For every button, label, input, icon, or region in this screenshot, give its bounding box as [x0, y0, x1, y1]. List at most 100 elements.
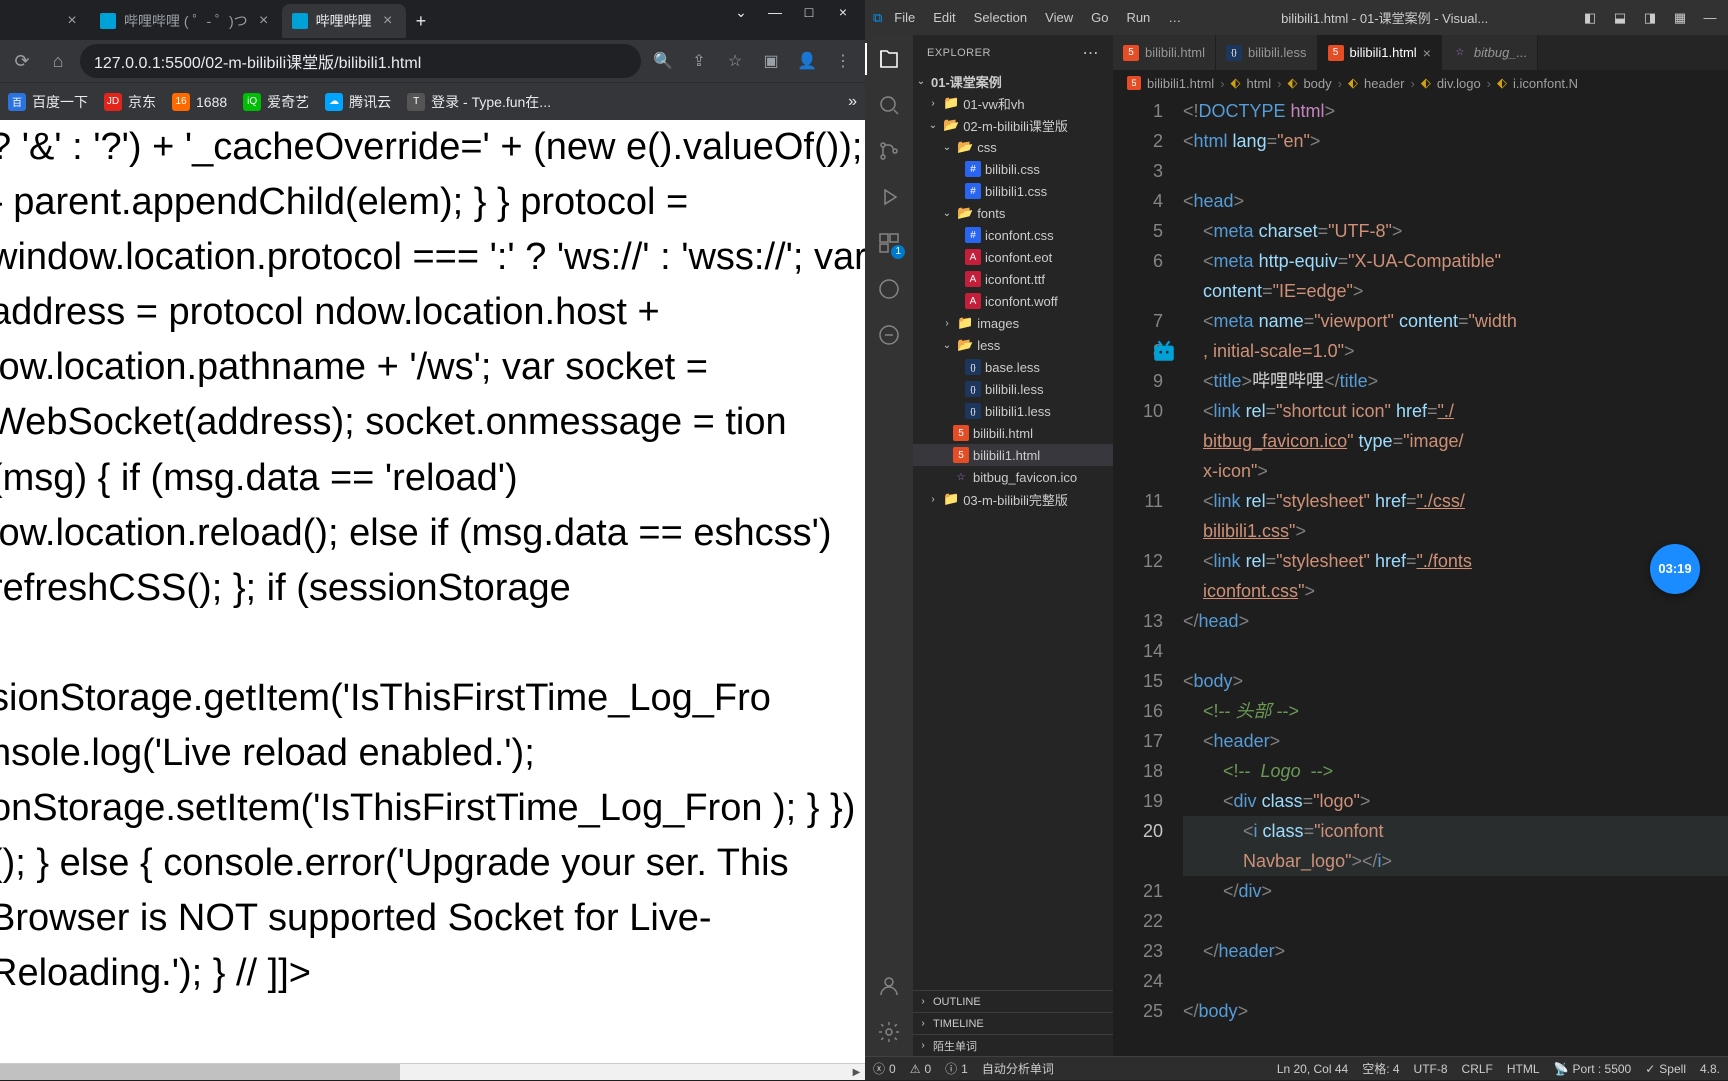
status-info[interactable]: ⓘ1 — [945, 1060, 968, 1077]
tree-file[interactable]: 5bilibili.html — [913, 422, 1113, 444]
bookmark-item[interactable]: iQ爱奇艺 — [243, 92, 309, 112]
source-control-icon[interactable] — [875, 137, 903, 165]
outline-section[interactable]: ›OUTLINE — [913, 990, 1113, 1012]
reader-icon[interactable]: ▣ — [757, 47, 785, 75]
new-tab-button[interactable]: + — [406, 11, 437, 32]
browser-tab-2[interactable]: 哔哩哔哩 × — [282, 4, 406, 38]
font-file-icon: A — [965, 249, 981, 265]
breadcrumb[interactable]: 5bilibili1.html› ⬖html› ⬖body› ⬖header› … — [1113, 70, 1728, 96]
scroll-right-icon[interactable]: ▶ — [848, 1064, 865, 1081]
window-title: bilibili1.html - 01-课堂案例 - Visual... — [1193, 8, 1576, 27]
tree-file[interactable]: Aiconfont.ttf — [913, 268, 1113, 290]
menu-run[interactable]: Run — [1118, 6, 1158, 29]
tree-file[interactable]: #bilibili.css — [913, 158, 1113, 180]
minimize-icon[interactable]: — — [1700, 8, 1720, 28]
timer-badge[interactable]: 03:19 — [1650, 544, 1700, 594]
tree-folder[interactable]: ⌄📂02-m-bilibili课堂版 — [913, 114, 1113, 136]
tree-file[interactable]: 5bilibili1.html — [913, 444, 1113, 466]
browser-tab-0[interactable]: × — [0, 4, 90, 38]
tree-file[interactable]: {}base.less — [913, 356, 1113, 378]
status-spell[interactable]: ✓Spell — [1645, 1062, 1686, 1076]
close-icon[interactable]: × — [64, 12, 80, 30]
editor-tabs: 5bilibili.html {}bilibili.less 5bilibili… — [1113, 35, 1728, 70]
extensions-icon[interactable]: 1 — [875, 229, 903, 257]
editor-tab[interactable]: ☆bitbug_... — [1442, 35, 1539, 70]
tree-root[interactable]: ⌄01-课堂案例 — [913, 70, 1113, 92]
tree-file[interactable]: #bilibili1.css — [913, 180, 1113, 202]
menu-icon[interactable]: ⋮ — [829, 47, 857, 75]
tree-folder[interactable]: ›📁03-m-bilibili完整版 — [913, 488, 1113, 510]
explorer-icon[interactable] — [875, 45, 903, 73]
close-icon[interactable]: × — [380, 12, 396, 30]
layout-grid-icon[interactable]: ▦ — [1670, 8, 1690, 28]
bookmark-item[interactable]: 161688 — [172, 93, 227, 111]
tree-folder[interactable]: ›📁01-vw和vh — [913, 92, 1113, 114]
status-warnings[interactable]: ⚠0 — [910, 1062, 931, 1076]
search-icon[interactable] — [875, 91, 903, 119]
bookmarks-overflow-icon[interactable]: » — [848, 93, 857, 111]
reload-icon[interactable]: ⟳ — [8, 47, 36, 75]
zoom-icon[interactable]: 🔍 — [649, 47, 677, 75]
profile-icon[interactable]: 👤 — [793, 47, 821, 75]
remote-icon[interactable] — [875, 321, 903, 349]
status-spaces[interactable]: 空格: 4 — [1362, 1060, 1399, 1077]
vscode-titlebar: ⧉ File Edit Selection View Go Run … bili… — [865, 0, 1728, 35]
close-icon[interactable]: × — [1423, 45, 1431, 61]
settings-gear-icon[interactable] — [875, 1018, 903, 1046]
status-errors[interactable]: ⓧ0 — [873, 1060, 896, 1077]
browser-tab-1[interactable]: 哔哩哔哩 ( ゜- ゜)つ × — [90, 4, 282, 38]
status-cursor[interactable]: Ln 20, Col 44 — [1277, 1062, 1348, 1076]
status-port[interactable]: 📡Port : 5500 — [1554, 1062, 1632, 1076]
timeline-section[interactable]: ›TIMELINE — [913, 1012, 1113, 1034]
tree-file[interactable]: #iconfont.css — [913, 224, 1113, 246]
tree-folder[interactable]: ⌄📂less — [913, 334, 1113, 356]
address-bar[interactable]: 127.0.0.1:5500/02-m-bilibili课堂版/bilibili… — [80, 44, 641, 78]
close-icon[interactable]: × — [256, 12, 272, 30]
close-window-icon[interactable]: × — [829, 2, 857, 22]
tree-file[interactable]: Aiconfont.eot — [913, 246, 1113, 268]
layout-right-icon[interactable]: ◨ — [1640, 8, 1660, 28]
menu-file[interactable]: File — [886, 6, 923, 29]
tree-file[interactable]: {}bilibili1.less — [913, 400, 1113, 422]
code-editor[interactable]: 123456 78910 11 12 1314151617181920 2122… — [1113, 96, 1728, 1056]
editor-tab[interactable]: 5bilibili.html — [1113, 35, 1216, 70]
horizontal-scrollbar[interactable]: ▶ — [0, 1063, 865, 1080]
menu-more[interactable]: … — [1160, 6, 1189, 29]
tree-folder[interactable]: ⌄📂fonts — [913, 202, 1113, 224]
layout-bottom-icon[interactable]: ⬓ — [1610, 8, 1630, 28]
home-icon[interactable]: ⌂ — [44, 47, 72, 75]
tree-file[interactable]: Aiconfont.woff — [913, 290, 1113, 312]
tree-file[interactable]: ☆bitbug_favicon.ico — [913, 466, 1113, 488]
share-icon[interactable]: ⇪ — [685, 47, 713, 75]
tree-folder[interactable]: ›📁images — [913, 312, 1113, 334]
minimize-icon[interactable]: — — [761, 2, 789, 22]
status-encoding[interactable]: UTF-8 — [1414, 1062, 1448, 1076]
maximize-icon[interactable]: □ — [795, 2, 823, 22]
bookmark-star-icon[interactable]: ☆ — [721, 47, 749, 75]
more-icon[interactable]: ⋯ — [1083, 43, 1100, 63]
bookmark-item[interactable]: JD京东 — [104, 92, 156, 112]
edge-icon[interactable] — [875, 275, 903, 303]
scrollbar-thumb[interactable] — [0, 1064, 400, 1080]
status-lang[interactable]: HTML — [1507, 1062, 1540, 1076]
status-eol[interactable]: CRLF — [1462, 1062, 1493, 1076]
menu-selection[interactable]: Selection — [966, 6, 1035, 29]
account-icon[interactable] — [875, 972, 903, 1000]
dropdown-icon[interactable]: ⌄ — [727, 2, 755, 22]
bookmark-item[interactable]: ☁腾讯云 — [325, 92, 391, 112]
badge: 1 — [891, 245, 905, 259]
menu-view[interactable]: View — [1037, 6, 1081, 29]
bookmark-item[interactable]: 百百度一下 — [8, 92, 88, 112]
layout-left-icon[interactable]: ◧ — [1580, 8, 1600, 28]
status-version[interactable]: 4.8. — [1700, 1062, 1720, 1076]
status-analyze[interactable]: 自动分析单词 — [982, 1060, 1054, 1077]
editor-tab[interactable]: {}bilibili.less — [1216, 35, 1318, 70]
menu-go[interactable]: Go — [1083, 6, 1116, 29]
editor-tab[interactable]: 5bilibili1.html× — [1318, 35, 1442, 70]
tree-file[interactable]: {}bilibili.less — [913, 378, 1113, 400]
tree-folder[interactable]: ⌄📂css — [913, 136, 1113, 158]
debug-icon[interactable] — [875, 183, 903, 211]
menu-edit[interactable]: Edit — [925, 6, 963, 29]
unfamiliar-words-section[interactable]: ›陌生单词 — [913, 1034, 1113, 1056]
bookmark-item[interactable]: T登录 - Type.fun在... — [407, 92, 551, 112]
